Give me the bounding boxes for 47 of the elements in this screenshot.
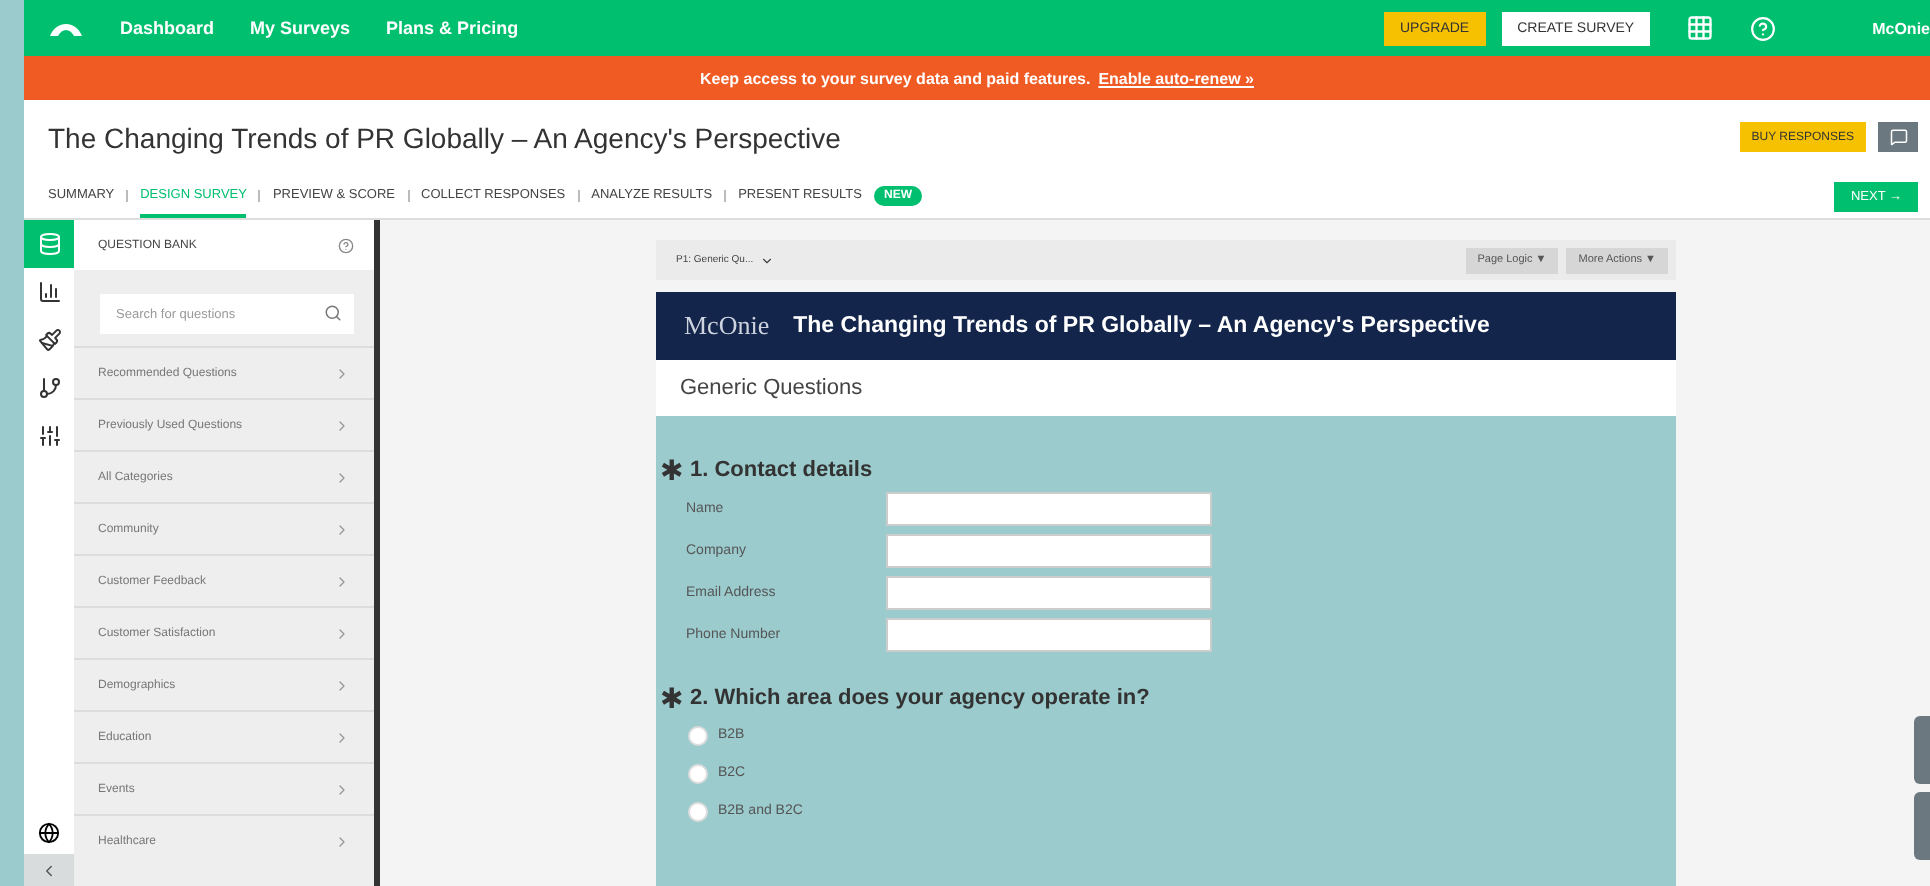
sliders-icon [37,424,61,448]
bar-chart-icon [37,280,61,304]
required-mark: ✱ [660,684,684,712]
help-icon[interactable] [338,237,354,253]
radio-button[interactable] [688,763,708,783]
radio-button[interactable] [688,725,708,745]
chevron-left-icon [40,861,58,879]
banner-text: Keep access to your survey data and paid features. [700,69,1091,87]
required-mark: ✱ [660,456,684,484]
brush-icon [37,328,61,352]
branch-icon [37,376,61,400]
user-menu[interactable]: McOnie [1872,19,1930,37]
chevron-icon [334,417,350,433]
page-title: Generic Questions [680,376,863,400]
input-field[interactable] [886,534,1212,568]
comment-button[interactable] [1878,122,1918,152]
survey-logo: McOnie [684,310,770,342]
side-tab[interactable] [1914,716,1930,784]
speech-bubble-icon [1889,128,1907,146]
chevron-icon [334,625,350,641]
globe-icon [38,821,60,843]
database-icon [37,232,61,256]
side-tab[interactable] [1914,792,1930,860]
nav-link[interactable]: Dashboard [120,18,215,38]
chevron-icon [334,833,350,849]
auto-renew-link[interactable]: Enable auto-renew » [1098,69,1254,87]
input-field[interactable] [886,618,1212,652]
logo-icon[interactable] [48,18,84,38]
question-title: 2. Which area does your agency operate in? [690,686,1150,710]
survey-heading: The Changing Trends of PR Globally – An Agency's Perspective [793,314,1490,338]
apps-grid-icon[interactable] [1686,14,1715,42]
nav-link[interactable]: My Surveys [250,18,351,38]
chevron-icon [334,365,350,381]
survey-title: The Changing Trends of PR Globally – An Agency's Perspective [48,121,843,153]
chevron-icon [334,677,350,693]
chevron-icon [334,469,350,485]
question-title: 1. Contact details [690,458,873,482]
chevron-icon [334,521,350,537]
caret-icon [759,253,774,267]
chevron-icon [334,729,350,745]
chevron-icon [334,573,350,589]
nav-link[interactable]: Plans & Pricing [386,18,519,38]
search-icon [324,304,342,322]
chevron-icon [334,781,350,797]
radio-button[interactable] [688,801,708,821]
input-field[interactable] [886,576,1212,610]
input-field[interactable] [886,492,1212,526]
